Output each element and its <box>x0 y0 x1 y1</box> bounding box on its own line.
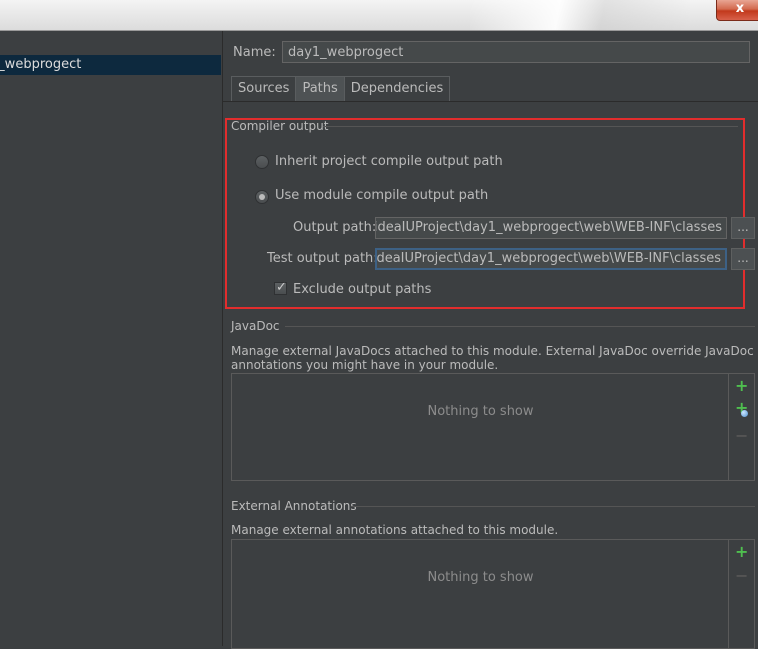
annotations-toolbar: + − <box>728 540 754 648</box>
output-path-value: 2017\ideaIUProject\day1_webprogect\web\W… <box>376 220 722 235</box>
add-icon[interactable]: + <box>735 544 748 560</box>
exclude-output-checkbox[interactable] <box>274 280 287 295</box>
javadoc-empty-text: Nothing to show <box>427 404 534 419</box>
javadoc-title: JavaDoc <box>231 319 280 333</box>
annotations-title: External Annotations <box>231 499 357 513</box>
output-path-browse-button[interactable]: ... <box>731 217 755 239</box>
tree-item-label: day1_webprogect <box>0 57 82 72</box>
tab-sources[interactable]: Sources <box>231 76 297 101</box>
compiler-output-title: Compiler output <box>231 119 329 133</box>
javadoc-rule <box>285 326 755 327</box>
inherit-radio[interactable] <box>255 155 269 169</box>
highlight-annotation-box <box>225 118 745 309</box>
inherit-label: Inherit project compile output path <box>275 154 503 169</box>
globe-icon <box>741 410 748 417</box>
output-path-label: Output path: <box>293 220 377 235</box>
annotations-description: Manage external annotations attached to … <box>231 523 559 537</box>
javadoc-toolbar: + + − <box>728 374 754 480</box>
exclude-output-label: Exclude output paths <box>293 282 432 297</box>
tab-dependencies[interactable]: Dependencies <box>343 76 451 101</box>
use-module-label: Use module compile output path <box>275 188 489 203</box>
tree-item-module[interactable]: day1_webprogect <box>0 55 221 75</box>
javadoc-description: Manage external JavaDocs attached to thi… <box>231 344 754 372</box>
module-tree-panel: day1_webprogect <box>0 31 223 646</box>
annotations-empty-text: Nothing to show <box>427 570 534 585</box>
tab-divider <box>223 101 758 102</box>
name-label: Name: <box>233 45 276 60</box>
window-close-button[interactable]: x <box>716 0 758 21</box>
tab-paths[interactable]: Paths <box>295 76 345 101</box>
tab-bar: Sources Paths Dependencies <box>231 76 451 101</box>
remove-icon[interactable]: − <box>735 428 748 444</box>
output-path-field[interactable]: 2017\ideaIUProject\day1_webprogect\web\W… <box>375 217 727 239</box>
module-name-input[interactable]: day1_webprogect <box>282 41 750 63</box>
annotations-list[interactable]: Nothing to show + − <box>231 539 755 649</box>
javadoc-list[interactable]: Nothing to show + + − <box>231 373 755 481</box>
window-titlebar: x <box>0 0 758 31</box>
test-output-path-browse-button[interactable]: ... <box>731 248 755 270</box>
compiler-output-rule <box>323 126 738 127</box>
titlebar-shine <box>470 0 690 30</box>
use-module-radio[interactable] <box>255 190 269 204</box>
test-output-path-label: Test output path: <box>267 251 378 266</box>
annotations-rule <box>351 506 755 507</box>
remove-icon[interactable]: − <box>735 568 748 584</box>
test-output-path-value: 2017\ideaIUProject\day1_webprogect\web\W… <box>376 251 721 266</box>
add-icon[interactable]: + <box>735 378 748 394</box>
test-output-path-field[interactable]: 2017\ideaIUProject\day1_webprogect\web\W… <box>375 248 727 270</box>
module-settings-panel: Name: day1_webprogect Sources Paths Depe… <box>223 31 758 649</box>
